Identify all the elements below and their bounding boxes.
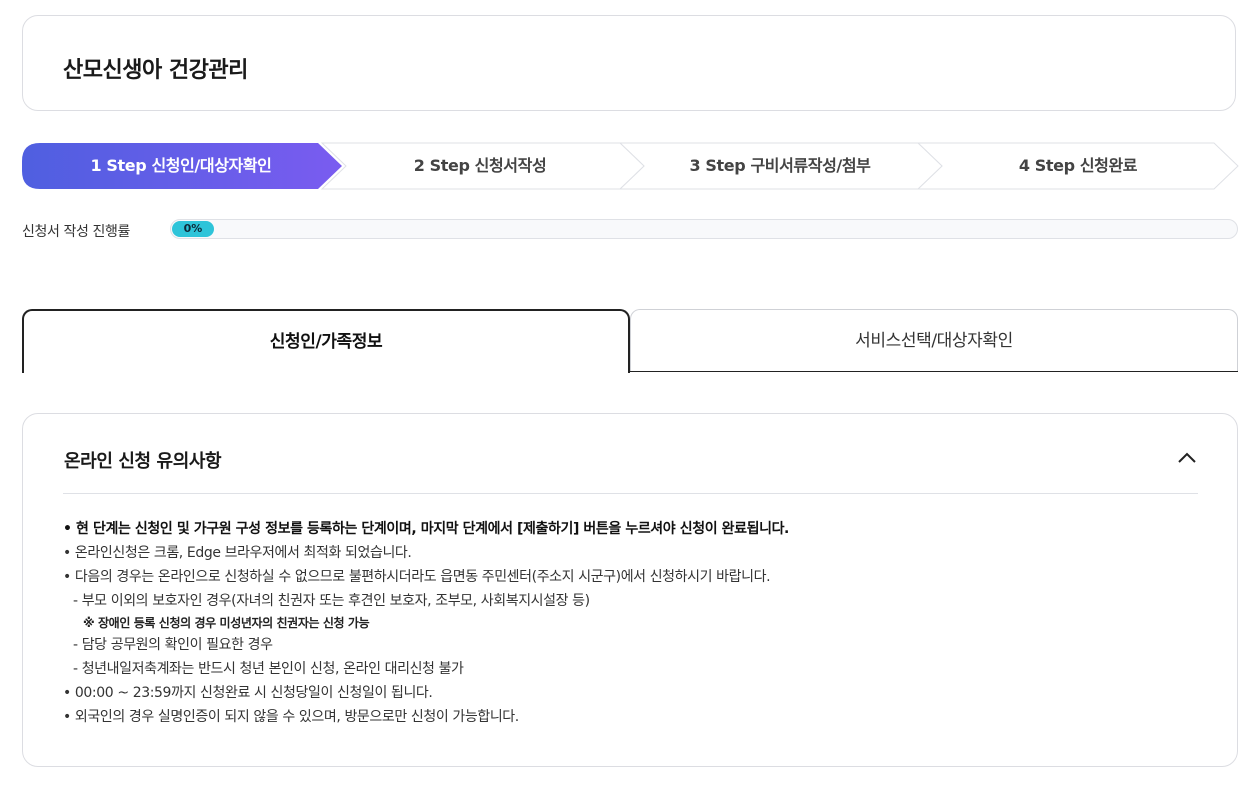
step-indicator: 1 Step 신청인/대상자확인 2 Step 신청서작성 3 Step 구비서… [22, 142, 1239, 190]
notice-subnote: ※ 장애인 등록 신청의 경우 미성년자의 친권자는 신청 가능 [83, 616, 370, 630]
step-3[interactable]: 3 Step 구비서류작성/첨부 [632, 143, 928, 189]
step-2[interactable]: 2 Step 신청서작성 [340, 143, 620, 189]
notice-list: 현 단계는 신청인 및 가구원 구성 정보를 등록하는 단계이며, 마지막 단계… [63, 517, 1203, 729]
notice-item: 온라인신청은 크롬, Edge 브라우저에서 최적화 되었습니다. [63, 541, 1203, 565]
notice-subitem: - 청년내일저축계좌는 반드시 청년 본인이 신청, 온라인 대리신청 불가 [73, 661, 464, 677]
notice-item: 다음의 경우는 온라인으로 신청하실 수 없으므로 불편하시더라도 읍면동 주민… [63, 565, 1203, 589]
form-tabs: 신청인/가족정보 서비스선택/대상자확인 [22, 309, 1238, 373]
notice-item: 현 단계는 신청인 및 가구원 구성 정보를 등록하는 단계이며, 마지막 단계… [63, 517, 1203, 541]
step-1[interactable]: 1 Step 신청인/대상자확인 [22, 143, 340, 189]
tab-service-selection[interactable]: 서비스선택/대상자확인 [630, 309, 1238, 371]
notice-title: 온라인 신청 유의사항 [64, 451, 222, 472]
notice-item: 외국인의 경우 실명인증이 되지 않을 수 있으며, 방문으로만 신청이 가능합… [63, 705, 1203, 729]
page-header-card: 산모신생아 건강관리 [22, 15, 1236, 111]
notice-card: 온라인 신청 유의사항 현 단계는 신청인 및 가구원 구성 정보를 등록하는 … [22, 413, 1238, 767]
notice-subitem: - 부모 이외의 보호자인 경우(자녀의 친권자 또는 후견인 보호자, 조부모… [73, 593, 590, 609]
progress-section: 신청서 작성 진행률 0% [22, 217, 1238, 241]
notice-divider [63, 493, 1198, 494]
tab-applicant-family[interactable]: 신청인/가족정보 [22, 309, 630, 373]
notice-subitem: - 담당 공무원의 확인이 필요한 경우 [73, 637, 273, 653]
progress-label: 신청서 작성 진행률 [22, 224, 130, 240]
progress-value: 0% [183, 222, 203, 235]
notice-item: 00:00 ~ 23:59까지 신청완료 시 신청당일이 신청일이 됩니다. [63, 681, 1203, 705]
progress-bar: 0% [170, 219, 1238, 239]
page-title: 산모신생아 건강관리 [63, 58, 248, 83]
step-4[interactable]: 4 Step 신청완료 [928, 143, 1228, 189]
chevron-up-icon[interactable] [1175, 446, 1199, 470]
